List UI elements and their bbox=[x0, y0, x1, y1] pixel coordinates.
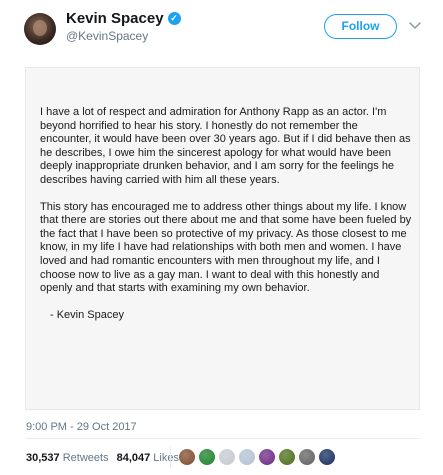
liker-avatar[interactable] bbox=[298, 448, 316, 466]
liker-avatar[interactable] bbox=[198, 448, 216, 466]
statement-paragraph: I have a lot of respect and admiration f… bbox=[40, 106, 411, 186]
divider bbox=[26, 438, 420, 439]
user-info[interactable]: Kevin Spacey ✓ @KevinSpacey bbox=[66, 10, 181, 43]
chevron-down-icon[interactable] bbox=[408, 18, 422, 32]
tweet-stats: 30,537 Retweets 84,047 Likes bbox=[26, 452, 179, 464]
retweets-count: 30,537 bbox=[26, 452, 60, 464]
statement-signature: - Kevin Spacey bbox=[50, 308, 124, 321]
likes-label: Likes bbox=[153, 452, 179, 464]
follow-button[interactable]: Follow bbox=[324, 14, 397, 39]
liker-avatars bbox=[178, 448, 336, 466]
retweets-label: Retweets bbox=[62, 452, 109, 464]
likes-count: 84,047 bbox=[116, 452, 151, 464]
statement-paragraph: This story has encouraged me to address … bbox=[40, 200, 412, 295]
name-row: Kevin Spacey ✓ bbox=[66, 10, 181, 27]
tweet-header: Kevin Spacey ✓ @KevinSpacey Follow bbox=[0, 0, 443, 62]
tweet-timestamp[interactable]: 9:00 PM - 29 Oct 2017 bbox=[26, 421, 137, 433]
liker-avatar[interactable] bbox=[178, 448, 196, 466]
display-name[interactable]: Kevin Spacey bbox=[66, 10, 164, 27]
liker-avatar[interactable] bbox=[238, 448, 256, 466]
liker-avatar[interactable] bbox=[218, 448, 236, 466]
liker-avatar[interactable] bbox=[318, 448, 336, 466]
liker-avatar[interactable] bbox=[258, 448, 276, 466]
verified-badge-icon: ✓ bbox=[167, 12, 181, 25]
statement-image[interactable]: I have a lot of respect and admiration f… bbox=[25, 67, 420, 410]
avatar[interactable] bbox=[24, 13, 56, 45]
statement-text: I have a lot of respect and admiration f… bbox=[40, 106, 412, 335]
retweets-stat[interactable]: 30,537 Retweets bbox=[26, 452, 109, 464]
liker-avatar[interactable] bbox=[278, 448, 296, 466]
stats-separator bbox=[170, 446, 171, 468]
user-handle[interactable]: @KevinSpacey bbox=[66, 29, 181, 43]
